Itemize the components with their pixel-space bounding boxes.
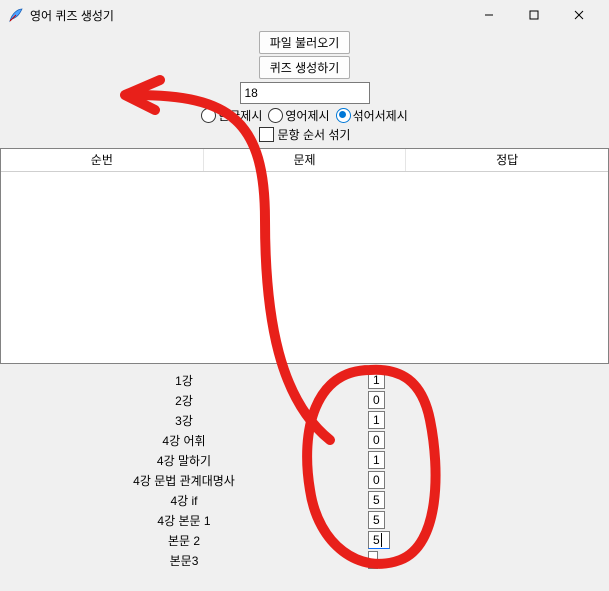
lesson-label: 본문 2: [0, 532, 368, 549]
checkbox-icon: [259, 127, 274, 142]
lesson-count-input[interactable]: 5: [368, 531, 390, 549]
shuffle-label: 문항 순서 섞기: [278, 126, 351, 143]
lesson-label: 2강: [0, 392, 368, 409]
col-question[interactable]: 문제: [204, 149, 407, 171]
top-controls: 파일 불러오기 퀴즈 생성하기 18 한글제시 영어제시 섞어서제시 문항 순서…: [0, 30, 609, 145]
shuffle-checkbox[interactable]: 문항 순서 섞기: [259, 126, 351, 143]
radio-english[interactable]: 영어제시: [268, 107, 329, 124]
lesson-count-input[interactable]: [368, 551, 378, 569]
load-file-button[interactable]: 파일 불러오기: [259, 31, 351, 54]
lesson-label: 3강: [0, 412, 368, 429]
lesson-label: 4강 본문 1: [0, 512, 368, 529]
lesson-label: 본문3: [0, 552, 368, 569]
mode-radio-group: 한글제시 영어제시 섞어서제시: [0, 107, 609, 124]
radio-korean-label: 한글제시: [218, 107, 262, 124]
lesson-row: 4강 본문 15: [0, 510, 609, 530]
lesson-count-input[interactable]: 0: [368, 391, 385, 409]
lesson-count-input[interactable]: 0: [368, 431, 385, 449]
lesson-count-input[interactable]: 1: [368, 411, 385, 429]
radio-mixed[interactable]: 섞어서제시: [336, 107, 408, 124]
lesson-row: 1강1: [0, 370, 609, 390]
maximize-button[interactable]: [511, 1, 556, 29]
app-feather-icon: [8, 7, 24, 23]
radio-icon: [268, 108, 283, 123]
radio-korean[interactable]: 한글제시: [201, 107, 262, 124]
radio-icon: [336, 108, 351, 123]
make-quiz-button[interactable]: 퀴즈 생성하기: [259, 56, 351, 79]
lesson-count-input[interactable]: 5: [368, 491, 385, 509]
lesson-row: 4강 어휘0: [0, 430, 609, 450]
minimize-button[interactable]: [466, 1, 511, 29]
radio-mixed-label: 섞어서제시: [353, 107, 408, 124]
lesson-count-input[interactable]: 1: [368, 371, 385, 389]
lesson-count-input[interactable]: 0: [368, 471, 385, 489]
lesson-label: 4강 문법 관계대명사: [0, 472, 368, 489]
lesson-row: 4강 if5: [0, 490, 609, 510]
lesson-row: 본문 25: [0, 530, 609, 550]
result-table[interactable]: 순번 문제 정답: [0, 148, 609, 364]
col-answer[interactable]: 정답: [406, 149, 608, 171]
lesson-row: 3강1: [0, 410, 609, 430]
lesson-row: 2강0: [0, 390, 609, 410]
close-button[interactable]: [556, 1, 601, 29]
lesson-count-input[interactable]: 5: [368, 511, 385, 529]
radio-english-label: 영어제시: [285, 107, 329, 124]
window-title: 영어 퀴즈 생성기: [30, 7, 114, 24]
lesson-count-list: 1강12강03강14강 어휘04강 말하기14강 문법 관계대명사04강 if5…: [0, 370, 609, 570]
lesson-row: 4강 문법 관계대명사0: [0, 470, 609, 490]
titlebar: 영어 퀴즈 생성기: [0, 0, 609, 30]
table-header-row: 순번 문제 정답: [1, 149, 608, 172]
radio-icon: [201, 108, 216, 123]
lesson-row: 본문3: [0, 550, 609, 570]
col-no[interactable]: 순번: [1, 149, 204, 171]
lesson-label: 4강 if: [0, 492, 368, 509]
lesson-row: 4강 말하기1: [0, 450, 609, 470]
lesson-count-input[interactable]: 1: [368, 451, 385, 469]
lesson-label: 4강 어휘: [0, 432, 368, 449]
lesson-label: 1강: [0, 372, 368, 389]
lesson-label: 4강 말하기: [0, 452, 368, 469]
question-count-input[interactable]: 18: [240, 82, 370, 104]
